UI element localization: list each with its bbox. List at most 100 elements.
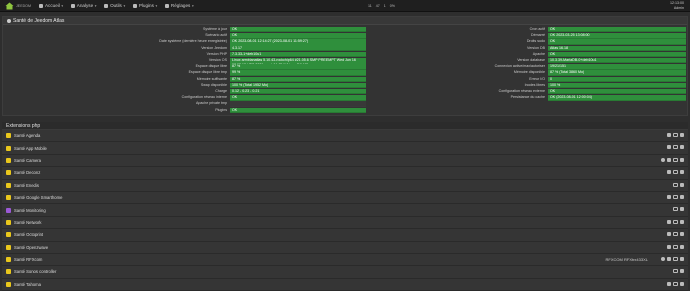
pause-icon[interactable] [680,256,684,261]
health-panel-header: Santé de Jeedom Atlas [3,17,687,25]
config-icon[interactable] [673,232,678,237]
message-count[interactable]: 11 [368,4,372,8]
plugin-name[interactable]: Santé Octoprint [14,232,43,237]
plugin-row[interactable]: Santé Enedis [2,179,688,192]
health-label: Inodes libres [524,82,545,87]
pause-icon[interactable] [680,232,684,237]
config-icon[interactable] [673,194,678,199]
config-icon[interactable] [673,219,678,224]
plugin-row[interactable]: Santé Octoprint [2,229,688,242]
plugin-name[interactable]: Santé Openzwave [14,245,48,250]
health-label: Configuration réseau interne [181,95,227,100]
gear-icon [164,3,169,8]
health-label: Mémoire disponible [513,70,545,75]
plugin-row[interactable]: Santé Openzwave [2,241,688,254]
plugin-name[interactable]: Santé App Mobile [14,146,47,151]
plugin-row[interactable]: Santé Tahoma [2,278,688,291]
plugin-name[interactable]: Santé Enedis [14,183,39,188]
plugin-actions [673,182,684,187]
plugin-icon [6,195,11,201]
link-icon[interactable] [667,232,671,237]
health-label: Mémoire suffisante [196,76,227,81]
plugin-row[interactable]: Santé App Mobile [2,142,688,155]
health-value: OK [548,51,686,58]
plugin-name[interactable]: Santé Network [14,220,41,225]
plugin-name[interactable]: Santé Deconz [14,170,40,175]
plugin-extra-status: RFXCOM RFXtrx433XL [605,256,648,262]
link-icon[interactable] [667,256,671,261]
plugin-row[interactable]: Santé Camera [2,154,688,168]
plugin-name[interactable]: Santé Google Smarthome [14,195,62,200]
link-icon[interactable] [667,194,671,199]
plugin-name[interactable]: Santé Camera [14,158,41,163]
jeedom-logo[interactable] [3,1,15,11]
config-icon[interactable] [673,244,678,249]
link-icon[interactable] [667,145,671,150]
config-icon[interactable] [673,256,678,261]
health-label: Cron actif [529,27,545,31]
home-icon [38,3,43,8]
plugin-actions [667,133,684,137]
pause-icon[interactable] [680,170,684,175]
menu-home[interactable]: Accueil ▼ [38,3,64,8]
menu-plugins[interactable]: Plugins ▼ [132,3,158,8]
pause-icon[interactable] [680,269,684,274]
config-icon[interactable] [673,145,678,150]
plugin-row[interactable]: Santé Google Smarthome [2,191,688,205]
plugin-row[interactable]: Santé Agenda [2,130,688,143]
pause-icon[interactable] [680,182,684,187]
update-count[interactable]: 47 [376,4,380,8]
pause-icon[interactable] [680,133,684,137]
plugin-row[interactable]: Santé Deconz [2,167,688,180]
health-label: Configuration réseau externe [498,89,545,93]
menu-analysis[interactable]: Analyse ▼ [70,3,97,8]
plugin-name[interactable]: Santé RFXcom [14,257,42,262]
health-label: Erreur I/O [529,76,545,81]
plugin-name[interactable]: Santé Agenda [14,133,40,138]
health-label: Persistance du cache [510,95,545,100]
plugin-actions [661,157,684,162]
plugin-actions [667,232,684,237]
link-icon[interactable] [667,157,671,162]
health-label: Version database [517,58,545,62]
pause-icon[interactable] [680,194,684,199]
menu-settings[interactable]: Réglages ▼ [164,3,194,8]
health-label: Version DB [527,45,545,50]
menu-label: Outils [110,3,122,8]
pause-icon[interactable] [680,207,684,212]
health-value: OK [230,27,366,33]
health-value: Atlas 16.18 [548,45,686,51]
link-icon[interactable] [667,133,671,137]
plugin-icon [6,207,11,213]
config-icon[interactable] [673,207,678,212]
health-label: Plugins [215,107,227,112]
config-icon[interactable] [673,157,678,162]
config-icon[interactable] [673,170,678,175]
alert-count[interactable]: 1 [384,4,386,8]
plugin-row[interactable]: Santé Network [2,216,688,230]
plugin-name[interactable]: Santé Tahoma [14,282,41,287]
user-menu[interactable]: Admin [670,6,684,11]
health-value: 4.3.17 [230,45,366,51]
plugin-name[interactable]: Santé Monitoring [14,208,46,213]
pause-icon[interactable] [680,157,684,162]
plugin-name[interactable]: Santé Sonos controller [14,269,56,274]
pause-icon[interactable] [680,145,684,150]
config-icon[interactable] [673,182,678,187]
gear-icon[interactable] [661,256,665,261]
link-icon[interactable] [667,170,671,175]
menu-tools[interactable]: Outils ▼ [104,3,126,8]
health-value: 99 % [230,70,366,76]
config-icon[interactable] [673,133,678,137]
plugin-row[interactable]: Santé Sonos controller [2,266,688,279]
load-indicator[interactable]: 0% [390,4,395,8]
config-icon[interactable] [673,269,678,274]
health-value: 10.3.39-MariaDB-0+deb10u1 [548,58,686,64]
link-icon[interactable] [667,244,671,249]
gear-icon[interactable] [661,157,665,162]
link-icon[interactable] [667,219,671,224]
plugin-row[interactable]: Santé RFXcom RFXCOM RFXtrx433XL [2,253,688,267]
plugin-row[interactable]: Santé Monitoring [2,204,688,217]
pause-icon[interactable] [680,244,684,249]
pause-icon[interactable] [680,219,684,224]
